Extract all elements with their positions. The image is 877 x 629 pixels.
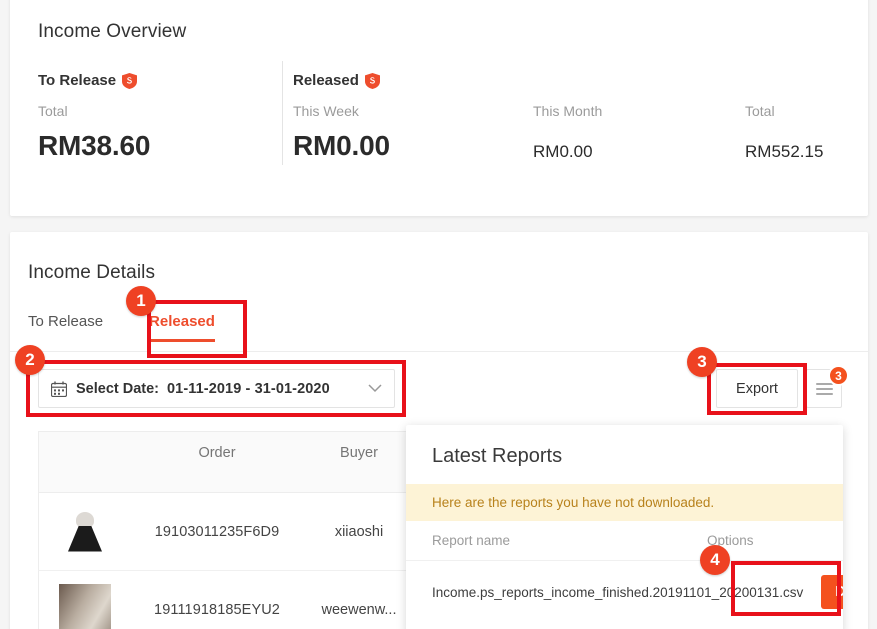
latest-reports-title: Latest Reports — [432, 445, 563, 467]
stat-caption-this-week: This Week — [293, 103, 359, 119]
overview-divider — [282, 61, 283, 165]
report-file-name: Income.ps_reports_income_finished.201911… — [432, 584, 804, 600]
select-date-field[interactable]: Select Date: 01-11-2019 - 31-01-2020 — [38, 369, 395, 408]
calendar-icon — [51, 381, 67, 397]
download-button[interactable]: Download — [821, 575, 843, 609]
income-details-title: Income Details — [28, 262, 156, 283]
table-header-buyer: Buyer — [340, 445, 378, 461]
to-release-group-label: To Release — [38, 72, 138, 89]
select-date-value: 01-11-2019 - 31-01-2020 — [167, 380, 330, 397]
tab-active-underline — [149, 339, 215, 342]
buyer-name: weewenw... — [321, 601, 397, 618]
buyer-name: xiiaoshi — [334, 523, 384, 540]
tab-to-release-label: To Release — [28, 313, 104, 330]
order-id: 19103011235F6D9 — [154, 523, 280, 540]
stat-caption-this-month: This Month — [533, 103, 603, 119]
income-overview-title: Income Overview — [38, 21, 187, 42]
reports-header-options: Options — [707, 533, 754, 548]
chevron-down-icon[interactable] — [368, 381, 382, 396]
to-release-text: To Release — [38, 72, 117, 89]
menu-notification-badge: 3 — [828, 365, 849, 386]
table-header-order: Order — [198, 445, 236, 461]
order-id: 19111918185EYU2 — [154, 601, 280, 618]
stat-caption-to-release-total: Total — [38, 103, 68, 119]
annotation-marker-2: 2 — [15, 345, 45, 375]
income-page: Income Overview To Release Released Tota… — [0, 0, 877, 629]
annotation-marker-4: 4 — [700, 545, 730, 575]
reports-header-name: Report name — [432, 533, 511, 548]
released-text: Released — [293, 72, 359, 89]
latest-reports-panel: Latest Reports Here are the reports you … — [406, 425, 843, 629]
stat-value-released-total: RM552.15 — [745, 142, 824, 161]
stat-caption-released-total: Total — [745, 103, 775, 119]
report-options-cell: Download — [821, 575, 843, 609]
stat-value-to-release-total: RM38.60 — [38, 130, 151, 161]
reports-table-header: Report name Options — [406, 521, 843, 561]
stat-value-this-week: RM0.00 — [293, 130, 390, 161]
shopee-shield-icon — [122, 72, 138, 89]
annotation-marker-1: 1 — [126, 286, 156, 316]
released-group-label: Released — [293, 72, 380, 89]
stat-value-this-month: RM0.00 — [533, 142, 593, 161]
product-thumbnail-cell — [39, 505, 131, 558]
export-button[interactable]: Export — [716, 369, 798, 408]
latest-reports-note: Here are the reports you have not downlo… — [406, 484, 843, 521]
tab-to-release[interactable]: To Release — [28, 307, 121, 342]
product-image — [59, 505, 111, 558]
income-details-tabs: To Release Released — [28, 307, 227, 342]
product-image — [59, 583, 111, 629]
income-overview-card: Income Overview To Release Released Tota… — [10, 0, 868, 216]
export-button-label: Export — [736, 380, 778, 397]
tab-released-label: Released — [149, 313, 215, 330]
shopee-shield-icon — [364, 72, 380, 89]
product-thumbnail-cell — [39, 583, 131, 629]
report-row: Income.ps_reports_income_finished.201911… — [406, 561, 843, 623]
select-date-label: Select Date: — [76, 380, 160, 397]
annotation-marker-3: 3 — [687, 347, 717, 377]
tabs-divider — [10, 351, 868, 352]
